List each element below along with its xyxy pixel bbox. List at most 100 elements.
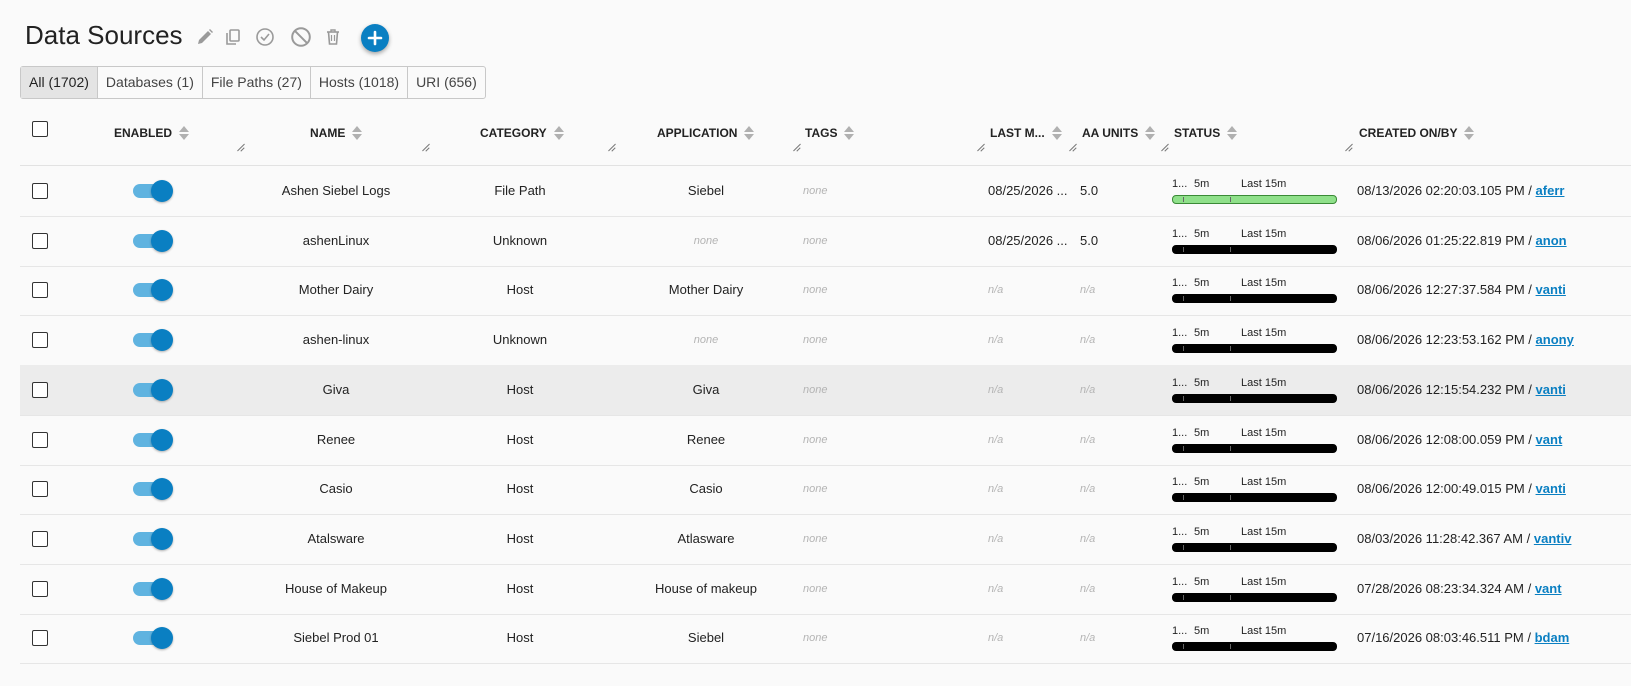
tab-all[interactable]: All (1702): [21, 67, 98, 98]
table-row[interactable]: Giva Host Giva none n/a n/a 1... 5m Last 15m 08/0…: [20, 364, 1631, 416]
status-label-15m: Last 15m: [1241, 178, 1287, 190]
column-header-application[interactable]: APPLICATION: [657, 126, 755, 140]
enabled-toggle[interactable]: [133, 527, 173, 550]
creator-link[interactable]: vanti: [1536, 481, 1566, 496]
table-row[interactable]: ashen-linux Unknown none none n/a n/a 1... 5m La…: [20, 315, 1631, 367]
resize-handle[interactable]: [236, 143, 245, 152]
table-row[interactable]: Siebel Prod 01 Host Siebel none n/a n/a 1... 5m…: [20, 613, 1631, 665]
enabled-toggle[interactable]: [133, 577, 173, 600]
table-row[interactable]: Casio Host Casio none n/a n/a 1... 5m Last 15m 08…: [20, 464, 1631, 516]
sort-icon[interactable]: [553, 126, 564, 140]
table-row[interactable]: Ashen Siebel Logs File Path Siebel none 08/2…: [20, 166, 1631, 217]
table-row[interactable]: Atalsware Host Atlasware none n/a n/a 1... 5m La…: [20, 514, 1631, 565]
creator-link[interactable]: anony: [1536, 332, 1574, 347]
row-checkbox[interactable]: [32, 580, 48, 597]
sort-icon[interactable]: [352, 126, 363, 140]
check-circle-icon[interactable]: [254, 26, 276, 48]
enabled-toggle[interactable]: [133, 428, 173, 451]
enabled-toggle[interactable]: [133, 229, 173, 252]
status-sparkline[interactable]: 1... 5m Last 15m: [1172, 228, 1337, 254]
cell-name: Casio: [319, 481, 353, 497]
creator-link[interactable]: vant: [1535, 581, 1562, 596]
tab-databases[interactable]: Databases (1): [98, 67, 203, 98]
sort-icon[interactable]: [744, 126, 755, 140]
cell-category: Host: [506, 282, 534, 298]
status-sparkline[interactable]: 1... 5m Last 15m: [1172, 576, 1337, 602]
row-checkbox[interactable]: [32, 381, 48, 398]
creator-link[interactable]: vanti: [1536, 282, 1566, 297]
category-tabs: All (1702) Databases (1) File Paths (27)…: [20, 66, 486, 99]
sort-icon[interactable]: [179, 126, 190, 140]
status-sparkline[interactable]: 1... 5m Last 15m: [1172, 476, 1337, 503]
column-header-enabled[interactable]: ENABLED: [114, 126, 190, 140]
enabled-toggle[interactable]: [133, 329, 173, 352]
sort-icon[interactable]: [1051, 126, 1062, 140]
row-checkbox[interactable]: [32, 530, 48, 547]
status-sparkline[interactable]: 1... 5m Last 15m: [1172, 377, 1337, 403]
creator-link[interactable]: vanti: [1536, 382, 1566, 397]
enabled-toggle[interactable]: [133, 478, 173, 501]
resize-handle[interactable]: [792, 143, 801, 152]
sort-icon[interactable]: [1464, 126, 1475, 140]
table-row[interactable]: Renee Host Renee none n/a n/a 1... 5m Last 15m 08…: [20, 415, 1631, 466]
cell-tags: none: [803, 483, 828, 496]
resize-handle[interactable]: [607, 143, 616, 152]
table-row[interactable]: House of Makeup Host House of makeup none n/…: [20, 564, 1631, 615]
tab-file-paths[interactable]: File Paths (27): [203, 67, 311, 98]
creator-link[interactable]: bdam: [1535, 630, 1570, 645]
column-header-name[interactable]: NAME: [310, 126, 363, 140]
tab-hosts[interactable]: Hosts (1018): [311, 67, 409, 98]
status-sparkline[interactable]: 1... 5m Last 15m: [1172, 526, 1337, 552]
cell-last-modified: n/a: [988, 383, 1004, 396]
creator-link[interactable]: vantiv: [1534, 531, 1572, 546]
resize-handle[interactable]: [976, 143, 985, 152]
row-checkbox[interactable]: [32, 431, 48, 448]
copy-icon[interactable]: [222, 26, 244, 48]
row-checkbox[interactable]: [32, 232, 48, 249]
row-checkbox[interactable]: [32, 630, 48, 647]
creator-link[interactable]: vant: [1536, 432, 1563, 447]
creator-link[interactable]: aferr: [1536, 183, 1565, 198]
status-sparkline[interactable]: 1... 5m Last 15m: [1172, 277, 1337, 304]
column-header-aa-units[interactable]: AA UNITS: [1082, 126, 1156, 140]
resize-handle[interactable]: [1344, 143, 1353, 152]
sort-icon[interactable]: [1227, 126, 1238, 140]
sort-icon[interactable]: [844, 126, 855, 140]
row-checkbox[interactable]: [32, 481, 48, 498]
enabled-toggle[interactable]: [133, 378, 173, 401]
pencil-icon[interactable]: [194, 26, 216, 48]
resize-handle[interactable]: [421, 143, 430, 152]
table-row[interactable]: ashenLinux Unknown none none 08/25/2026 ... 5…: [20, 216, 1631, 267]
status-label-15m: Last 15m: [1241, 575, 1287, 588]
status-sparkline[interactable]: 1... 5m Last 15m: [1172, 427, 1337, 453]
resize-handle[interactable]: [1160, 143, 1169, 152]
row-checkbox[interactable]: [32, 332, 48, 349]
select-all-checkbox[interactable]: [32, 121, 48, 137]
cell-aa-units: n/a: [1080, 582, 1096, 595]
column-header-created[interactable]: CREATED ON/BY: [1359, 126, 1475, 140]
status-sparkline[interactable]: 1... 5m Last 15m: [1172, 625, 1337, 652]
cell-name: Siebel Prod 01: [293, 630, 379, 646]
row-checkbox[interactable]: [32, 183, 48, 199]
cell-category: Host: [506, 580, 534, 596]
cell-last-modified: 08/25/2026 ...: [988, 232, 1068, 248]
table-row[interactable]: Mother Dairy Host Mother Dairy none n/a n/a 1.…: [20, 265, 1631, 317]
status-sparkline[interactable]: 1... 5m Last 15m: [1172, 178, 1337, 204]
enabled-toggle[interactable]: [133, 180, 173, 202]
status-bar: [1172, 542, 1337, 552]
creator-link[interactable]: anon: [1536, 233, 1567, 248]
block-icon[interactable]: [290, 26, 312, 48]
enabled-toggle[interactable]: [133, 627, 173, 650]
sort-icon[interactable]: [1145, 126, 1156, 140]
add-data-source-button[interactable]: [361, 24, 389, 52]
status-sparkline[interactable]: 1... 5m Last 15m: [1172, 327, 1337, 354]
enabled-toggle[interactable]: [133, 279, 173, 302]
column-header-tags[interactable]: TAGS: [805, 126, 855, 140]
column-header-status[interactable]: STATUS: [1174, 126, 1238, 140]
resize-handle[interactable]: [1068, 143, 1077, 152]
column-header-last-modified[interactable]: LAST M...: [990, 126, 1062, 140]
trash-icon[interactable]: [322, 26, 344, 48]
row-checkbox[interactable]: [32, 282, 48, 299]
tab-uri[interactable]: URI (656): [408, 67, 485, 98]
column-header-category[interactable]: CATEGORY: [480, 126, 564, 140]
